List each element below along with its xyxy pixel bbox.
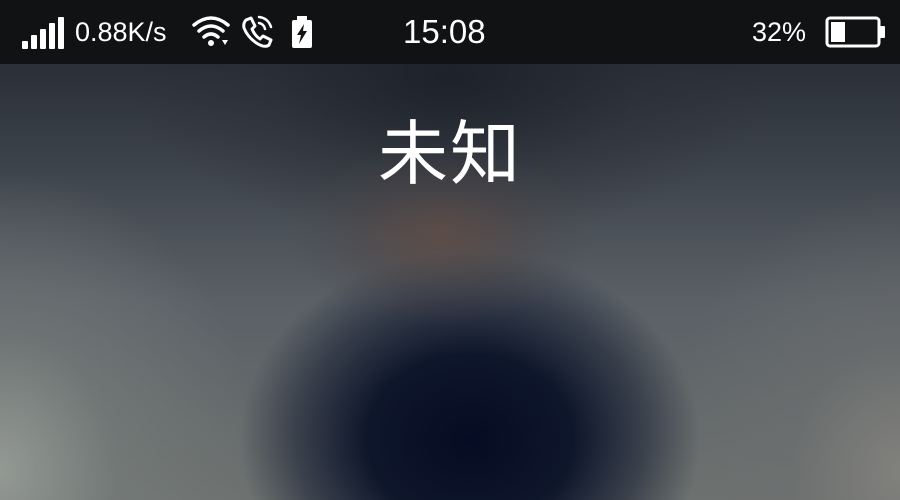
clock: 15:08 — [403, 13, 486, 50]
battery-fill — [831, 22, 845, 42]
battery-charging-icon — [289, 14, 315, 50]
wifi-icon — [191, 14, 231, 50]
caller-name: 未知 — [378, 113, 522, 195]
battery-icon — [825, 16, 887, 48]
blurred-background — [0, 0, 900, 500]
battery-percentage: 32% — [752, 17, 807, 47]
network-speed: 0.88K/s — [75, 17, 167, 47]
signal-icon — [22, 17, 64, 49]
incoming-call-screen: 0.88K/s 15:08 32% 未知 — [0, 0, 900, 500]
phone-call-icon — [240, 14, 274, 50]
status-bar: 0.88K/s 15:08 32% — [0, 0, 900, 64]
